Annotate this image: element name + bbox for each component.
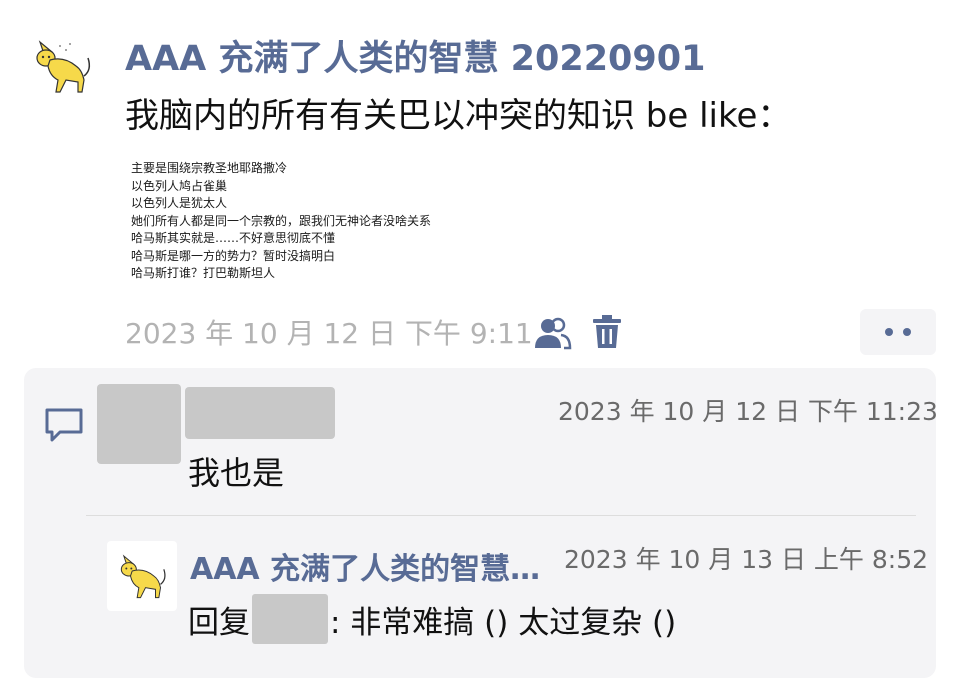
reply-text[interactable]: 回复 : 非常难搞 () 太过复杂 () [188, 594, 676, 644]
reply-prefix: 回复 [188, 604, 250, 641]
attached-line: 以色列人是犹太人 [131, 196, 228, 210]
reply-username[interactable]: AAA 充满了人类的智慧 20220901 [190, 544, 542, 588]
post-text: 我脑内的所有有关巴以冲突的知识 be like： [125, 96, 792, 136]
commenter-name-redacted[interactable] [185, 387, 335, 439]
attached-line: 她们所有人都是同一个宗教的，跟我们无神论者没啥关系 [131, 213, 432, 228]
commenter-avatar-redacted[interactable] [97, 384, 181, 464]
cat-avatar-icon [36, 40, 91, 93]
post-username[interactable]: AAA 充满了人类的智慧 20220901 [125, 30, 705, 81]
reply-target-redacted [252, 594, 328, 644]
more-dots-icon [903, 328, 911, 336]
comment-icon [45, 408, 83, 442]
trash-icon[interactable] [592, 314, 622, 350]
comment-text[interactable]: 我也是 [188, 448, 284, 494]
cat-avatar-icon [120, 554, 166, 599]
reply-timestamp: 2023 年 10 月 13 日 上午 8:52 [564, 545, 929, 574]
attached-line: 哈马斯打谁？打巴勒斯坦人 [131, 266, 276, 280]
attached-line: 哈马斯是哪一方的势力？暂时没搞明白 [131, 248, 336, 263]
attached-line: 主要是围绕宗教圣地耶路撒冷 [131, 161, 288, 175]
comment-timestamp: 2023 年 10 月 12 日 下午 11:23 [558, 397, 938, 426]
avatar[interactable] [30, 36, 96, 96]
attached-line: 以色列人鸠占雀巢 [131, 178, 228, 193]
post-timestamp: 2023 年 10 月 12 日 下午 9:11 [125, 317, 533, 350]
reply-avatar[interactable] [107, 541, 177, 611]
attached-line: 哈马斯其实就是……不好意思彻底不懂 [131, 231, 336, 245]
friends-icon[interactable] [532, 316, 572, 350]
more-button[interactable] [860, 309, 936, 355]
more-dots-icon [885, 328, 893, 336]
post-attached-image-text[interactable]: 主要是围绕宗教圣地耶路撒冷 以色列人鸠占雀巢 以色列人是犹太人 她们所有人都是同… [131, 160, 431, 283]
comment-divider [86, 515, 916, 516]
reply-body: : 非常难搞 () 太过复杂 () [330, 604, 677, 641]
